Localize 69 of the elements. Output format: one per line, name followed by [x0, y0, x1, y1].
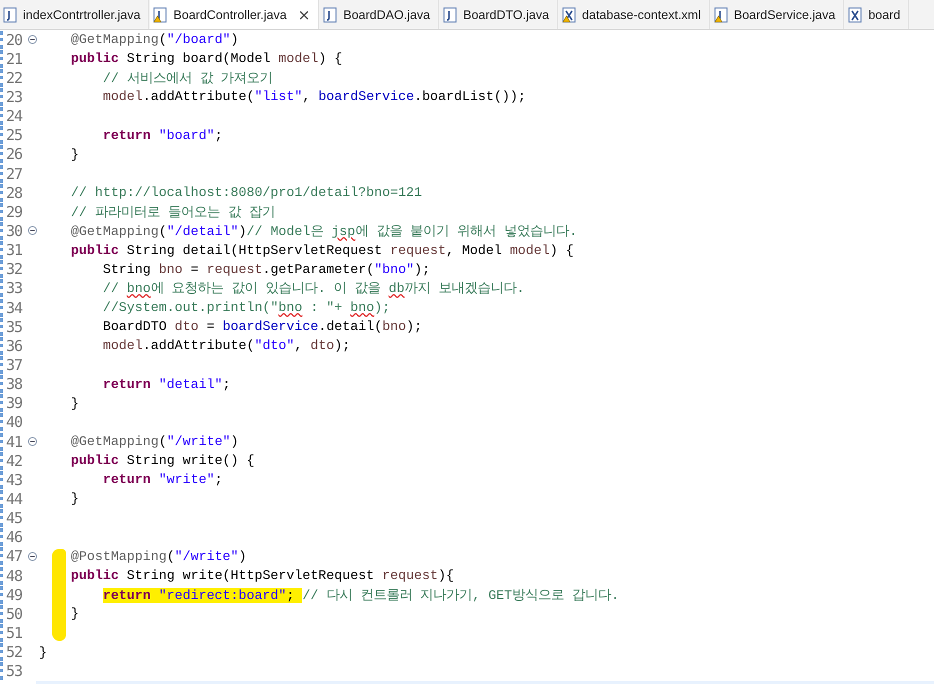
line-number: 49 — [0, 586, 28, 604]
line-number: 51 — [0, 624, 28, 642]
line-number: 22 — [0, 68, 28, 87]
code-line: BoardDTO dto = boardService.detail(bno); — [102, 319, 422, 334]
code-line: public String board(Model model) { — [70, 51, 342, 66]
code-line: // 서비스에서 값 가져오기 — [102, 70, 273, 87]
close-icon[interactable]: × — [298, 6, 310, 24]
line-number: 40 — [0, 413, 28, 432]
code-line: } — [70, 606, 79, 622]
line-number: 50 — [0, 604, 28, 623]
code-line: return "redirect:board"; // 다시 컨트롤러 지나가기, GET방식으로 갑니다. — [102, 586, 620, 604]
java-file-icon — [3, 6, 18, 22]
line-number: 43 — [0, 470, 28, 489]
line-number: 28 — [0, 184, 28, 202]
code-line: return "detail"; — [102, 376, 231, 392]
line-number: 53 — [0, 662, 28, 680]
line-number: 35 — [0, 318, 28, 336]
line-number: 23 — [0, 88, 28, 106]
code-line: // http://localhost:8080/pro1/detail?bno=121 — [70, 185, 422, 200]
java-file-icon — [714, 6, 729, 22]
code-line: } — [70, 491, 79, 506]
code-line: model.addAttribute("dto", dto); — [102, 338, 350, 354]
line-number: 25 — [0, 126, 28, 144]
line-number: 27 — [0, 164, 28, 183]
code-line: @PostMapping("/write") — [70, 548, 246, 564]
editor-tab[interactable]: BoardController.java × — [150, 0, 320, 29]
java-file-icon — [443, 6, 458, 22]
code-line: } — [39, 644, 47, 660]
line-number: 39 — [0, 394, 28, 412]
xml-file-icon — [562, 6, 578, 22]
line-number: 36 — [0, 336, 28, 355]
collapse-icon[interactable] — [28, 437, 37, 446]
line-number: 24 — [0, 107, 28, 126]
collapse-icon[interactable] — [28, 552, 37, 561]
code-line: } — [70, 146, 79, 162]
code-line: model.addAttribute("list", boardService.boardList()); — [102, 89, 526, 104]
line-number: 48 — [0, 566, 28, 584]
java-file-icon — [323, 6, 338, 22]
xml-file-icon — [848, 6, 864, 22]
line-number: 52 — [0, 643, 28, 662]
code-line: } — [70, 396, 79, 411]
line-number: 26 — [0, 145, 28, 164]
code-line: @GetMapping("/board") — [70, 32, 239, 48]
code-line: //System.out.println("bno : "+ bno); — [102, 300, 390, 316]
line-number: 29 — [0, 202, 28, 221]
line-number: 37 — [0, 356, 28, 374]
code-line: public String detail(HttpServletRequest request, Model model) { — [70, 242, 574, 258]
code-line: // 파라미터로 들어오는 값 잡기 — [70, 204, 275, 221]
code-line: @GetMapping("/detail")// Model은 jsp에 값을 붙이기 위해서 넣었습니다. — [70, 222, 578, 240]
line-number: 32 — [0, 260, 28, 278]
line-number: 34 — [0, 298, 28, 317]
line-number: 46 — [0, 528, 28, 546]
code-line: @GetMapping("/write") — [70, 434, 239, 450]
line-number: 21 — [0, 50, 28, 68]
code-line: return "write"; — [102, 472, 223, 488]
line-number: 31 — [0, 241, 28, 260]
code-line: public String write() { — [70, 453, 254, 468]
code-line: public String write(HttpServletRequest request){ — [70, 568, 454, 583]
java-file-icon — [153, 6, 168, 22]
line-number: 42 — [0, 452, 28, 470]
code-line: String bno = request.getParameter("bno"); — [102, 262, 430, 277]
line-number: 44 — [0, 490, 28, 508]
code-line: // bno에 요청하는 값이 있습니다. 이 값을 db까지 보내겠습니다. — [102, 280, 525, 298]
code-line: return "board"; — [102, 128, 223, 143]
line-number: 38 — [0, 375, 28, 394]
line-number: 45 — [0, 509, 28, 528]
line-number: 33 — [0, 279, 28, 298]
collapse-icon[interactable] — [28, 35, 37, 44]
collapse-icon[interactable] — [28, 226, 37, 236]
